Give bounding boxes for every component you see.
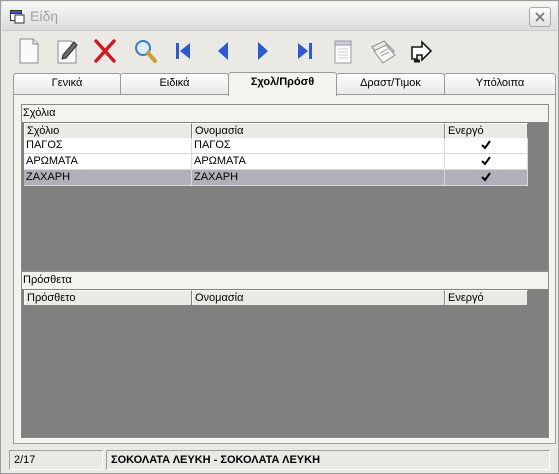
comment-code-cell[interactable]: ΖΑΧΑΡΗ [24,170,192,186]
extras-group: Πρόσθετα Πρόσθετο Ονομασία Ενεργό [21,271,549,438]
exit-button[interactable] [405,34,437,68]
tab-special[interactable]: Ειδικά [120,73,229,94]
tab-comments-extras[interactable]: Σχολ/Πρόσθ [228,72,337,96]
status-bar: 2/17 ΣΟΚΟΛΑΤΑ ΛΕΥΚΗ - ΣΟΚΟΛΑΤΑ ΛΕΥΚΗ [9,450,550,470]
close-icon [535,12,545,22]
search-button[interactable] [129,34,161,68]
comment-name-cell[interactable]: ΖΑΧΑΡΗ [192,170,445,186]
comments-grid-header: Σχόλιο Ονομασία Ενεργό [24,123,528,138]
exit-icon [411,40,433,63]
tab-activities-pricelists[interactable]: Δραστ/Τιμοκ [336,73,445,94]
checkmark-icon[interactable] [481,140,491,150]
current-item: ΣΟΚΟΛΑΤΑ ΛΕΥΚΗ - ΣΟΚΟΛΑΤΑ ΛΕΥΚΗ [106,450,550,470]
edit-button[interactable] [51,34,83,68]
column-header-name[interactable]: Ονομασία [192,290,445,305]
extras-grid-header: Πρόσθετο Ονομασία Ενεργό [24,290,528,305]
toolbar [11,34,441,70]
column-header-name[interactable]: Ονομασία [192,123,445,138]
comments-label: Σχόλια [22,105,548,122]
comment-active-cell[interactable] [445,138,528,154]
search-icon [135,40,157,63]
notepad-button[interactable] [327,34,359,68]
comment-name-cell[interactable]: ΑΡΩΜΑΤΑ [192,154,445,170]
tab-balances[interactable]: Υπόλοιπα [444,73,556,94]
table-row[interactable]: ΑΡΩΜΑΤΑ ΑΡΩΜΑΤΑ [24,154,528,170]
column-header-extra[interactable]: Πρόσθετο [24,290,192,305]
close-button[interactable] [529,7,551,27]
edit-icon [57,40,78,64]
comments-group: Σχόλια Σχόλιο Ονομασία Ενεργό ΠΑΓΟΣ ΠΑΓΟΣ… [21,104,549,271]
notepad-icon [334,40,352,64]
next-record-icon [258,42,268,60]
title-bar[interactable]: Είδη [2,2,557,31]
extras-grid[interactable]: Πρόσθετο Ονομασία Ενεργό [24,290,528,305]
last-record-button[interactable] [289,34,321,68]
comment-code-cell[interactable]: ΑΡΩΜΑΤΑ [24,154,192,170]
checkmark-icon[interactable] [481,172,491,182]
extras-label: Πρόσθετα [22,272,548,289]
first-record-icon [176,43,190,59]
previous-record-icon [218,42,228,60]
items-window: Είδη Γενικά Ειδικά Σχολ/Πρόσθ Δραστ/Τιμο… [0,0,559,474]
last-record-icon [298,43,312,59]
comment-active-cell[interactable] [445,170,528,186]
previous-record-button[interactable] [207,34,239,68]
new-icon [19,38,39,64]
comment-active-cell[interactable] [445,154,528,170]
new-button[interactable] [13,34,45,68]
documents-button[interactable] [365,34,397,68]
record-position: 2/17 [9,450,103,470]
delete-icon [94,39,116,63]
column-header-active[interactable]: Ενεργό [445,290,528,305]
delete-button[interactable] [89,34,121,68]
first-record-button[interactable] [167,34,199,68]
checkmark-icon[interactable] [481,156,491,166]
comment-name-cell[interactable]: ΠΑΓΟΣ [192,138,445,154]
column-header-active[interactable]: Ενεργό [445,123,528,138]
tab-general[interactable]: Γενικά [13,73,121,94]
column-header-comment[interactable]: Σχόλιο [24,123,192,138]
tab-strip: Γενικά Ειδικά Σχολ/Πρόσθ Δραστ/Τιμοκ Υπό… [13,72,556,96]
tab-content: Σχόλια Σχόλιο Ονομασία Ενεργό ΠΑΓΟΣ ΠΑΓΟΣ… [13,94,556,444]
window-icon [10,10,26,24]
next-record-button[interactable] [247,34,279,68]
documents-icon [371,40,396,64]
table-row[interactable]: ΠΑΓΟΣ ΠΑΓΟΣ [24,138,528,154]
window-title: Είδη [30,8,59,24]
comments-grid[interactable]: Σχόλιο Ονομασία Ενεργό ΠΑΓΟΣ ΠΑΓΟΣ ΑΡΩΜΑΤΑ… [24,123,528,186]
comment-code-cell[interactable]: ΠΑΓΟΣ [24,138,192,154]
table-row[interactable]: ΖΑΧΑΡΗ ΖΑΧΑΡΗ [24,170,528,186]
